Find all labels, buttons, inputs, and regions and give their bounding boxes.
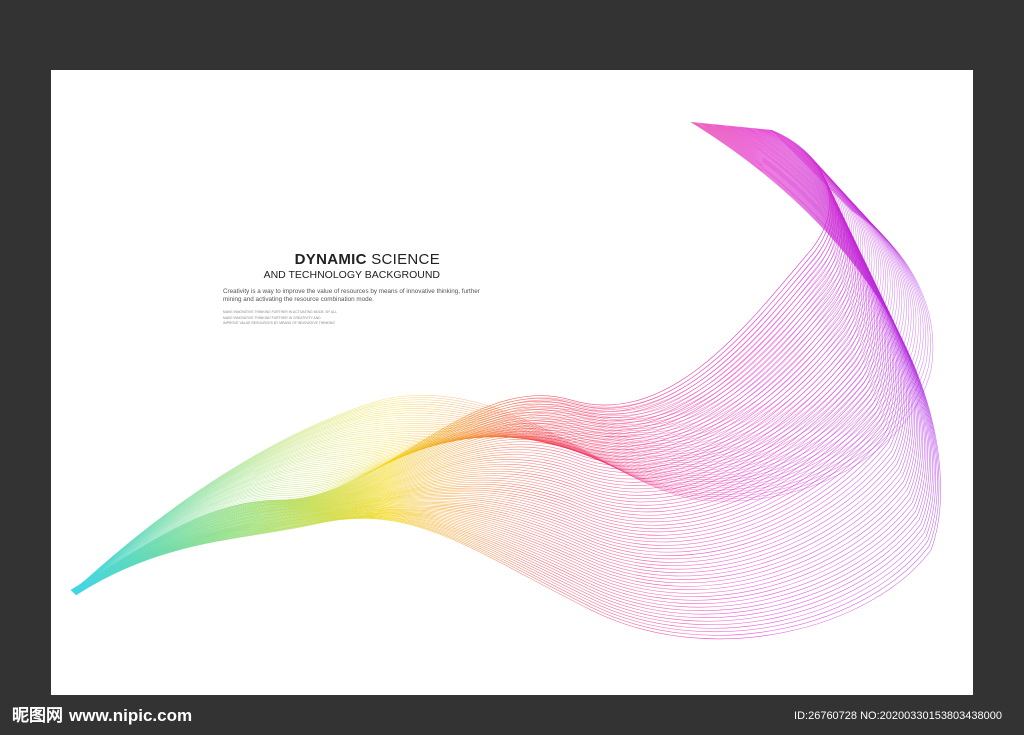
title-rest: SCIENCE	[366, 251, 440, 268]
description-line-1: Creativity is a way to improve the value…	[223, 288, 480, 295]
poster-title: DYNAMIC SCIENCE	[223, 250, 440, 269]
image-id-label: ID:26760728 NO:20200330153803438000	[794, 710, 1002, 722]
poster-description: Creativity is a way to improve the value…	[223, 288, 523, 303]
poster-canvas: DYNAMIC SCIENCE AND TECHNOLOGY BACKGROUN…	[51, 70, 973, 695]
description-line-2: mining and activating the resource combi…	[223, 295, 374, 303]
logo-chinese: 昵图网	[12, 706, 63, 726]
fine-print-line: IMPROVE VALUE RESOURCES BY MEANS OF INNO…	[223, 321, 335, 325]
wave-line	[71, 129, 838, 591]
nipic-logo: 昵图网 www.nipic.com	[12, 704, 192, 728]
poster-subtitle: AND TECHNOLOGY BACKGROUND	[263, 269, 440, 281]
dark-frame: DYNAMIC SCIENCE AND TECHNOLOGY BACKGROUN…	[0, 0, 1024, 735]
title-block: DYNAMIC SCIENCE AND TECHNOLOGY BACKGROUN…	[223, 250, 523, 327]
fine-print: MAKE INNOVATIVE THINKING FURTHER IN ACTI…	[223, 310, 523, 327]
title-bold: DYNAMIC	[294, 251, 367, 268]
logo-url: www.nipic.com	[69, 706, 193, 725]
rainbow-wave-graphic	[70, 121, 941, 640]
